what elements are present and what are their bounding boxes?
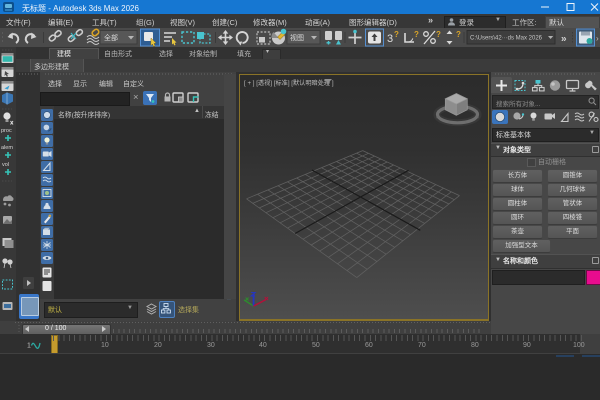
svg-text:视图: 视图 bbox=[290, 33, 304, 42]
svg-text:?: ? bbox=[394, 30, 399, 39]
svg-text:?: ? bbox=[414, 30, 419, 39]
svg-text:›: › bbox=[596, 34, 599, 43]
svg-text:3: 3 bbox=[387, 33, 393, 45]
svg-text:alem: alem bbox=[1, 145, 13, 151]
svg-text:1: 1 bbox=[27, 342, 31, 349]
svg-text:?: ? bbox=[436, 30, 441, 39]
svg-text:proc: proc bbox=[1, 128, 12, 134]
svg-text:vol: vol bbox=[2, 162, 9, 168]
svg-text:全部: 全部 bbox=[104, 33, 118, 42]
svg-text:C:\Users\42···ds Max 2026: C:\Users\42···ds Max 2026 bbox=[470, 36, 543, 42]
svg-text:?: ? bbox=[456, 30, 461, 39]
svg-text:»: » bbox=[561, 34, 567, 45]
